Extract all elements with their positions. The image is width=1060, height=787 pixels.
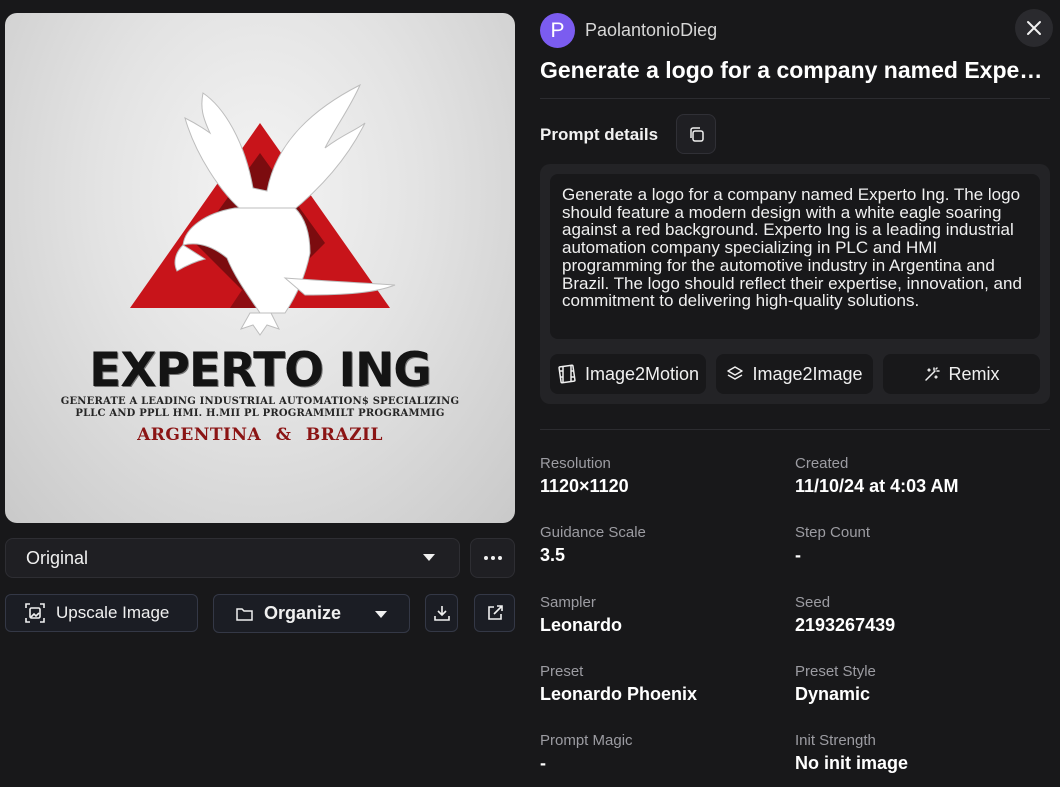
organize-button[interactable]: Organize <box>213 594 410 633</box>
image2motion-label: Image2Motion <box>584 363 700 384</box>
variant-select-value: Original <box>26 547 89 568</box>
meta-init-strength: Init Strength No init image <box>795 732 1045 774</box>
meta-sampler: Sampler Leonardo <box>540 594 790 636</box>
copy-prompt-button[interactable] <box>676 114 716 154</box>
magic-wand-icon <box>925 366 941 381</box>
image2image-button[interactable]: Image2Image <box>716 354 873 394</box>
username[interactable]: PaolantonioDieg <box>585 20 717 41</box>
remix-label: Remix <box>948 363 1000 384</box>
prompt-details-label: Prompt details <box>540 125 659 144</box>
page-title: Generate a logo for a company named Expe… <box>540 57 1048 83</box>
logo-title: EXPERTO ING <box>89 343 432 398</box>
divider <box>540 429 1050 430</box>
meta-value: Leonardo Phoenix <box>540 684 698 704</box>
variant-select[interactable]: Original <box>5 538 460 578</box>
meta-value: 2193267439 <box>795 615 896 635</box>
close-button[interactable] <box>1015 9 1053 47</box>
logo-tagline-1: GENERATE A LEADING INDUSTRIAL AUTOMATION… <box>60 396 460 407</box>
meta-label: Prompt Magic <box>540 732 633 749</box>
copy-icon <box>689 126 704 142</box>
prompt-text: Generate a logo for a company named Expe… <box>550 174 1040 339</box>
upscale-image-button[interactable]: Upscale Image <box>5 594 198 632</box>
meta-seed: Seed 2193267439 <box>795 594 1045 636</box>
meta-label: Sampler <box>540 594 596 611</box>
meta-value: No init image <box>795 753 909 773</box>
meta-label: Created <box>795 455 849 472</box>
image2motion-button[interactable]: Image2Motion <box>550 354 706 394</box>
meta-label: Preset <box>540 663 584 680</box>
layers-icon <box>727 366 744 380</box>
meta-label: Seed <box>795 594 831 611</box>
meta-value: Leonardo <box>540 615 623 635</box>
meta-resolution: Resolution 1120×1120 <box>540 455 790 497</box>
meta-value: 1120×1120 <box>540 476 629 496</box>
generated-image[interactable]: EXPERTO ING GENERATE A LEADING INDUSTRIA… <box>5 13 515 523</box>
meta-value: - <box>540 753 546 773</box>
meta-preset-style: Preset Style Dynamic <box>795 663 1045 705</box>
meta-guidance-scale: Guidance Scale 3.5 <box>540 524 790 566</box>
eagle-logo-artwork <box>130 83 396 336</box>
meta-label: Guidance Scale <box>540 524 646 541</box>
meta-step-count: Step Count - <box>795 524 1045 566</box>
meta-value: Dynamic <box>795 684 871 704</box>
logo-tagline-2: PLLC AND PPLL HMI. H.MII PL PROGRAMMILT … <box>75 408 445 419</box>
more-options-button[interactable] <box>470 538 515 578</box>
avatar[interactable]: P <box>540 13 575 48</box>
folder-icon <box>236 607 253 621</box>
upscale-image-label: Upscale Image <box>56 603 170 622</box>
meta-label: Step Count <box>795 524 871 541</box>
meta-label: Preset Style <box>795 663 876 680</box>
meta-prompt-magic: Prompt Magic - <box>540 732 790 774</box>
upscale-icon <box>25 603 45 623</box>
logo-country: ARGENTINA & BRAZIL <box>137 425 383 445</box>
meta-value: 3.5 <box>540 545 566 565</box>
meta-value: 11/10/24 at 4:03 AM <box>795 476 959 496</box>
organize-label: Organize <box>264 603 342 623</box>
external-link-icon <box>487 605 503 620</box>
meta-label: Init Strength <box>795 732 876 749</box>
chevron-down-icon <box>375 611 387 618</box>
download-icon <box>433 606 450 621</box>
film-icon <box>558 364 576 384</box>
more-dots-icon <box>483 556 488 560</box>
download-button[interactable] <box>425 594 458 632</box>
chevron-down-icon <box>423 554 435 561</box>
remix-button[interactable]: Remix <box>883 354 1040 394</box>
open-external-button[interactable] <box>474 594 515 632</box>
meta-created: Created 11/10/24 at 4:03 AM <box>795 455 1045 497</box>
image2image-label: Image2Image <box>752 363 863 384</box>
close-icon <box>1027 21 1041 35</box>
divider <box>540 98 1050 99</box>
meta-preset: Preset Leonardo Phoenix <box>540 663 790 705</box>
meta-label: Resolution <box>540 455 611 472</box>
meta-value: - <box>795 545 801 565</box>
